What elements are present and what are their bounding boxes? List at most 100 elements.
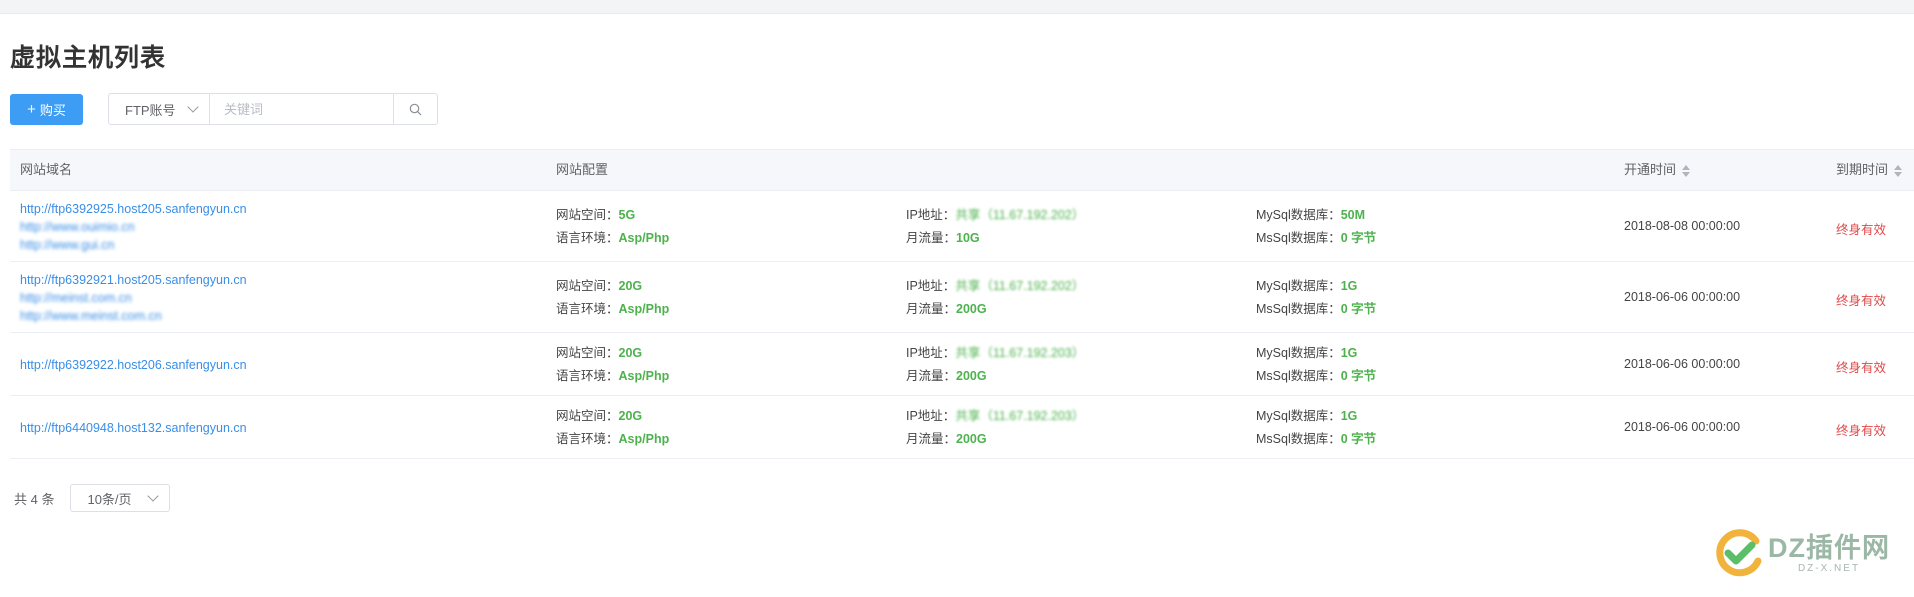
mysql-db-label: MySql数据库： — [1256, 278, 1341, 293]
mssql-db-label: MsSql数据库： — [1256, 301, 1341, 316]
mysql-db-label: MySql数据库： — [1256, 408, 1341, 423]
monthly-traffic-label: 月流量： — [906, 301, 957, 316]
domain-link[interactable]: http://meinst.com.cn — [20, 289, 247, 307]
web-space-value: 20G — [618, 345, 643, 360]
mssql-db: MsSql数据库：0 字节 — [1256, 227, 1376, 250]
sort-icon[interactable] — [1894, 164, 1903, 177]
web-space-label: 网站空间： — [556, 408, 619, 423]
ip-address-value: 共享（11.67.192.202） — [955, 207, 1085, 222]
search-icon — [409, 103, 422, 115]
header-domain: 网站域名 — [20, 162, 73, 177]
monthly-traffic-label: 月流量： — [906, 230, 957, 245]
ip-address-label: IP地址： — [906, 207, 956, 222]
monthly-traffic: 月流量：10G — [906, 227, 1084, 250]
domain-link[interactable]: http://ftp6392921.host205.sanfengyun.cn — [20, 271, 247, 289]
mssql-db: MsSql数据库：0 字节 — [1256, 298, 1376, 321]
table-row: http://ftp6392922.host206.sanfengyun.cn 网… — [10, 333, 1914, 396]
monthly-traffic-value: 200G — [956, 431, 987, 446]
config-column: IP地址：共享（11.67.192.203） 月流量：200G — [906, 405, 1084, 451]
ip-address: IP地址：共享（11.67.192.202） — [906, 204, 1084, 227]
search-button[interactable] — [393, 94, 437, 124]
config-column: IP地址：共享（11.67.192.202） 月流量：200G — [906, 275, 1084, 321]
ip-address: IP地址：共享（11.67.192.203） — [906, 342, 1084, 365]
plus-icon: + — [27, 100, 36, 118]
language-env: 语言环境：Asp/Php — [556, 428, 669, 451]
watermark-main: DZ插件网 — [1768, 532, 1890, 563]
mysql-db-value: 1G — [1340, 278, 1358, 293]
domain-link[interactable]: http://www.gui.cn — [20, 236, 247, 254]
domain-link[interactable]: http://ftp6392922.host206.sanfengyun.cn — [20, 356, 247, 374]
buy-button[interactable]: + 购买 — [10, 93, 83, 125]
language-env-value: Asp/Php — [618, 301, 670, 316]
expire-status: 终身有效 — [1836, 222, 1887, 237]
mssql-db-value: 0 字节 — [1340, 230, 1377, 245]
search-field-select[interactable]: FTP账号 — [109, 94, 210, 124]
page-title: 虚拟主机列表 — [10, 44, 167, 72]
monthly-traffic: 月流量：200G — [906, 298, 1084, 321]
config-column: IP地址：共享（11.67.192.203） 月流量：200G — [906, 342, 1084, 388]
web-space: 网站空间：20G — [556, 342, 669, 365]
expire-status: 终身有效 — [1836, 360, 1887, 375]
language-env-value: Asp/Php — [618, 368, 670, 383]
sort-icon[interactable] — [1682, 164, 1691, 177]
header-expire-time[interactable]: 到期时间 — [1836, 150, 1903, 190]
monthly-traffic-label: 月流量： — [906, 368, 957, 383]
config-column: MySql数据库：50M MsSql数据库：0 字节 — [1256, 204, 1376, 250]
language-env: 语言环境：Asp/Php — [556, 298, 669, 321]
web-space-label: 网站空间： — [556, 278, 619, 293]
chevron-down-icon — [147, 490, 160, 502]
mysql-db-label: MySql数据库： — [1256, 207, 1341, 222]
domain-link[interactable]: http://www.ouimio.cn — [20, 218, 247, 236]
mysql-db-value: 1G — [1340, 345, 1358, 360]
monthly-traffic-value: 10G — [956, 230, 980, 245]
domain-links: http://ftp6440948.host132.sanfengyun.cn — [20, 419, 247, 437]
page-size-select[interactable]: 10条/页 — [70, 484, 171, 512]
domain-link[interactable]: http://ftp6440948.host132.sanfengyun.cn — [20, 419, 247, 437]
watermark: DZ插件网 DZ-X.NET — [1712, 527, 1890, 579]
mysql-db-label: MySql数据库： — [1256, 345, 1341, 360]
ip-address: IP地址：共享（11.67.192.202） — [906, 275, 1084, 298]
table-header: 网站域名 网站配置 开通时间 到期时间 — [10, 149, 1914, 191]
table-row: http://ftp6392921.host205.sanfengyun.cn h… — [10, 262, 1914, 333]
monthly-traffic: 月流量：200G — [906, 428, 1084, 451]
ip-address: IP地址：共享（11.67.192.203） — [906, 405, 1084, 428]
domain-links: http://ftp6392921.host205.sanfengyun.cn h… — [20, 271, 247, 325]
ip-address-value: 共享（11.67.192.203） — [955, 408, 1085, 423]
language-env-label: 语言环境： — [556, 368, 619, 383]
config-column: MySql数据库：1G MsSql数据库：0 字节 — [1256, 275, 1376, 321]
page-size-value: 10条/页 — [87, 491, 132, 507]
domain-links: http://ftp6392925.host205.sanfengyun.cn h… — [20, 200, 247, 254]
open-time: 2018-06-06 00:00:00 — [1624, 289, 1741, 304]
ip-address-label: IP地址： — [906, 278, 956, 293]
watermark-sub: DZ-X.NET — [1797, 562, 1861, 574]
mysql-db-value: 1G — [1340, 408, 1358, 423]
monthly-traffic-value: 200G — [956, 368, 987, 383]
web-space-label: 网站空间： — [556, 207, 619, 222]
domain-links: http://ftp6392922.host206.sanfengyun.cn — [20, 356, 247, 374]
config-column: 网站空间：5G 语言环境：Asp/Php — [556, 204, 669, 250]
web-space-value: 20G — [618, 408, 643, 423]
domain-link[interactable]: http://www.meinst.com.cn — [20, 307, 247, 325]
table-row: http://ftp6440948.host132.sanfengyun.cn 网… — [10, 396, 1914, 459]
ip-address-label: IP地址： — [906, 408, 956, 423]
header-open-time[interactable]: 开通时间 — [1624, 150, 1691, 190]
header-open-time-label: 开通时间 — [1624, 162, 1677, 177]
pagination: 共 4 条 10条/页 — [14, 484, 171, 512]
open-time: 2018-08-08 00:00:00 — [1624, 218, 1741, 233]
web-space-value: 20G — [618, 278, 643, 293]
web-space: 网站空间：5G — [556, 204, 669, 227]
chevron-down-icon — [187, 101, 199, 113]
language-env-label: 语言环境： — [556, 301, 619, 316]
mysql-db: MySql数据库：1G — [1256, 275, 1376, 298]
search-input[interactable] — [210, 94, 393, 124]
mssql-db-value: 0 字节 — [1340, 431, 1377, 446]
mssql-db-label: MsSql数据库： — [1256, 230, 1341, 245]
domain-link[interactable]: http://ftp6392925.host205.sanfengyun.cn — [20, 200, 247, 218]
mysql-db: MySql数据库：1G — [1256, 342, 1376, 365]
language-env-value: Asp/Php — [618, 431, 670, 446]
open-time: 2018-06-06 00:00:00 — [1624, 419, 1741, 434]
mssql-db-label: MsSql数据库： — [1256, 431, 1341, 446]
mysql-db: MySql数据库：50M — [1256, 204, 1376, 227]
web-space-label: 网站空间： — [556, 345, 619, 360]
pagination-total: 共 4 条 — [14, 491, 55, 507]
